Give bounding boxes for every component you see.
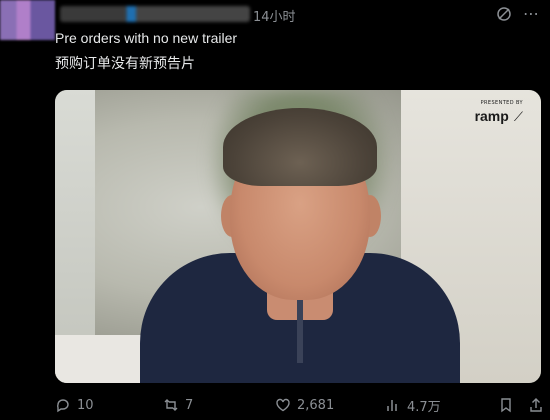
bookmark-button[interactable] [498,397,514,413]
repost-icon [164,399,178,411]
repost-count: 7 [185,397,194,413]
post-text-line-zh: 预购订单没有新预告片 [55,55,195,71]
ramp-mark-icon: ⟋ [513,110,523,125]
reply-count: 10 [77,397,94,413]
like-icon [276,398,290,412]
sponsor-logo: PRESENTED BY ramp ⟋ [475,100,523,125]
reply-icon [56,399,69,413]
repost-button[interactable]: 7 [163,397,193,413]
views-count: 4.7万 [407,399,441,415]
more-icon[interactable]: ⋯ [523,4,540,23]
reply-button[interactable]: 10 [55,397,94,413]
post-text-line-en: Pre orders with no new trailer [55,30,238,46]
sponsor-brand: ramp [474,108,509,124]
share-icon [530,398,542,412]
post-actions: 10 7 2,681 4.7万 [55,395,545,415]
like-count: 2,681 [297,397,335,413]
post-timestamp[interactable]: 14小时 [253,6,296,25]
person-hair [223,108,377,186]
sponsor-small-text: PRESENTED BY [480,100,523,106]
views-button[interactable]: 4.7万 [385,396,441,415]
bookmark-icon [501,398,511,413]
post-text: Pre orders with no new trailer 预购订单没有新预告… [55,26,237,76]
author-name-redacted[interactable] [60,6,250,22]
share-button[interactable] [528,397,544,413]
like-button[interactable]: 2,681 [275,397,334,413]
views-icon [387,400,397,411]
grok-icon[interactable] [496,6,512,22]
post-video[interactable]: PRESENTED BY ramp ⟋ [55,90,541,383]
author-avatar[interactable] [0,0,55,40]
